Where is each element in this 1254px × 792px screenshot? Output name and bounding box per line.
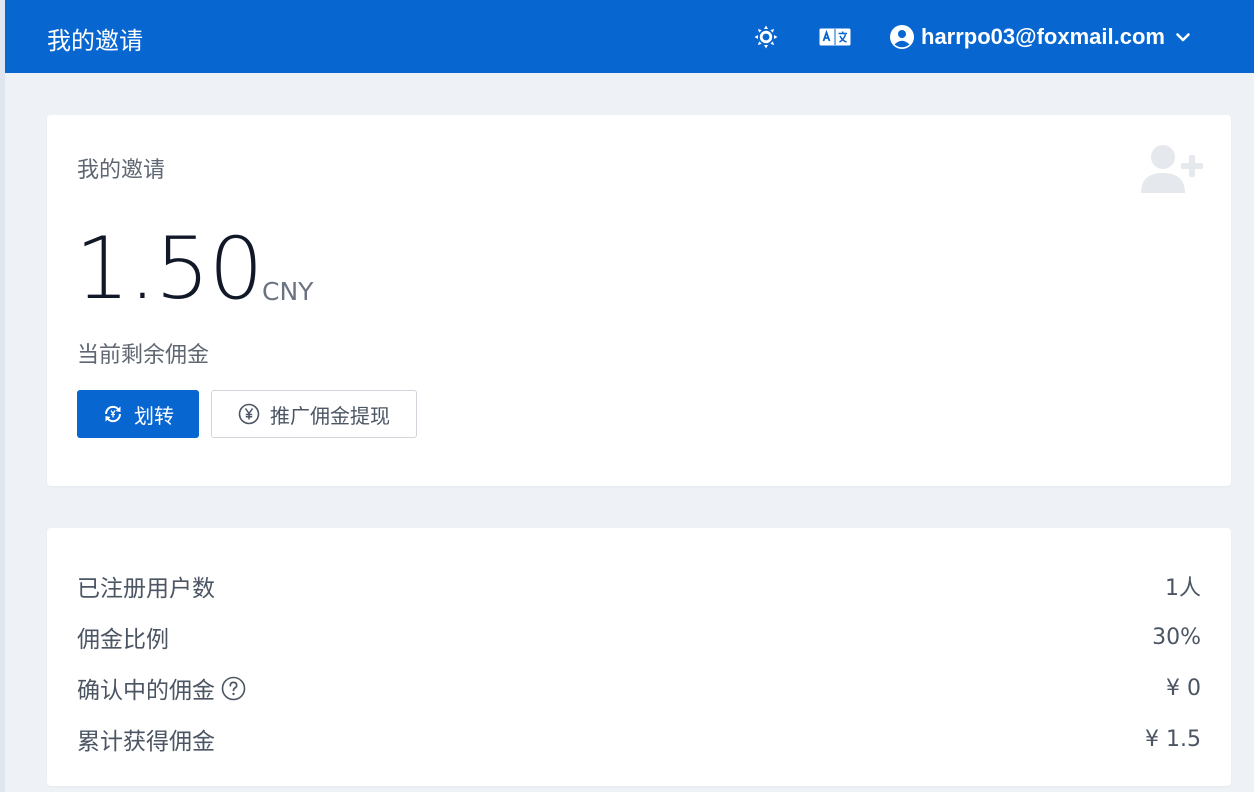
stat-value: 30% xyxy=(1152,624,1201,650)
transfer-button[interactable]: 划转 xyxy=(77,390,199,438)
yen-circle-icon xyxy=(238,403,260,425)
stat-row-registered-users: 已注册用户数 1人 xyxy=(77,566,1201,606)
stat-value: ¥ 1.5 xyxy=(1145,726,1201,752)
transfer-button-label: 划转 xyxy=(134,403,174,428)
withdraw-button-label: 推广佣金提现 xyxy=(270,403,390,428)
invite-card: 我的邀请 1.50 CNY 当前剩余佣金 划转 推广佣金提现 xyxy=(47,115,1231,486)
theme-toggle-button[interactable] xyxy=(749,20,783,54)
stat-label: 累计获得佣金 xyxy=(77,729,215,755)
stat-row-commission-rate: 佣金比例 30% xyxy=(77,617,1201,657)
chevron-down-icon xyxy=(1175,31,1191,43)
stat-label-wrap: 确认中的佣金 xyxy=(77,671,246,705)
invite-card-title: 我的邀请 xyxy=(77,158,166,183)
language-button[interactable] xyxy=(816,20,854,54)
top-bar: 我的邀请 harrpo03@foxmail.com xyxy=(5,0,1254,73)
stat-value: ¥ 0 xyxy=(1166,675,1201,701)
left-rail xyxy=(0,0,5,792)
question-circle-icon[interactable] xyxy=(221,676,246,701)
stat-label: 已注册用户数 xyxy=(77,576,215,602)
user-menu[interactable]: harrpo03@foxmail.com xyxy=(890,18,1191,56)
stat-row-pending-commission: 确认中的佣金 ¥ 0 xyxy=(77,668,1201,708)
sun-icon xyxy=(753,24,779,50)
stat-value: 1人 xyxy=(1165,576,1201,601)
amount-label: 当前剩余佣金 xyxy=(77,343,210,368)
translate-icon xyxy=(819,28,851,46)
stat-label: 佣金比例 xyxy=(77,627,169,653)
stat-row-total-commission: 累计获得佣金 ¥ 1.5 xyxy=(77,719,1201,759)
withdraw-button[interactable]: 推广佣金提现 xyxy=(211,390,417,438)
user-circle-icon xyxy=(890,25,914,49)
user-email: harrpo03@foxmail.com xyxy=(921,24,1165,49)
commission-amount: 1.50 xyxy=(75,219,263,319)
stat-label: 确认中的佣金 xyxy=(77,678,215,704)
currency-label: CNY xyxy=(262,277,314,306)
stats-card: 已注册用户数 1人 佣金比例 30% 确认中的佣金 ¥ 0 累计获得佣金 ¥ 1… xyxy=(47,528,1231,786)
transfer-cycle-icon xyxy=(102,403,124,425)
page-title: 我的邀请 xyxy=(47,27,143,55)
user-plus-icon xyxy=(1141,143,1203,200)
